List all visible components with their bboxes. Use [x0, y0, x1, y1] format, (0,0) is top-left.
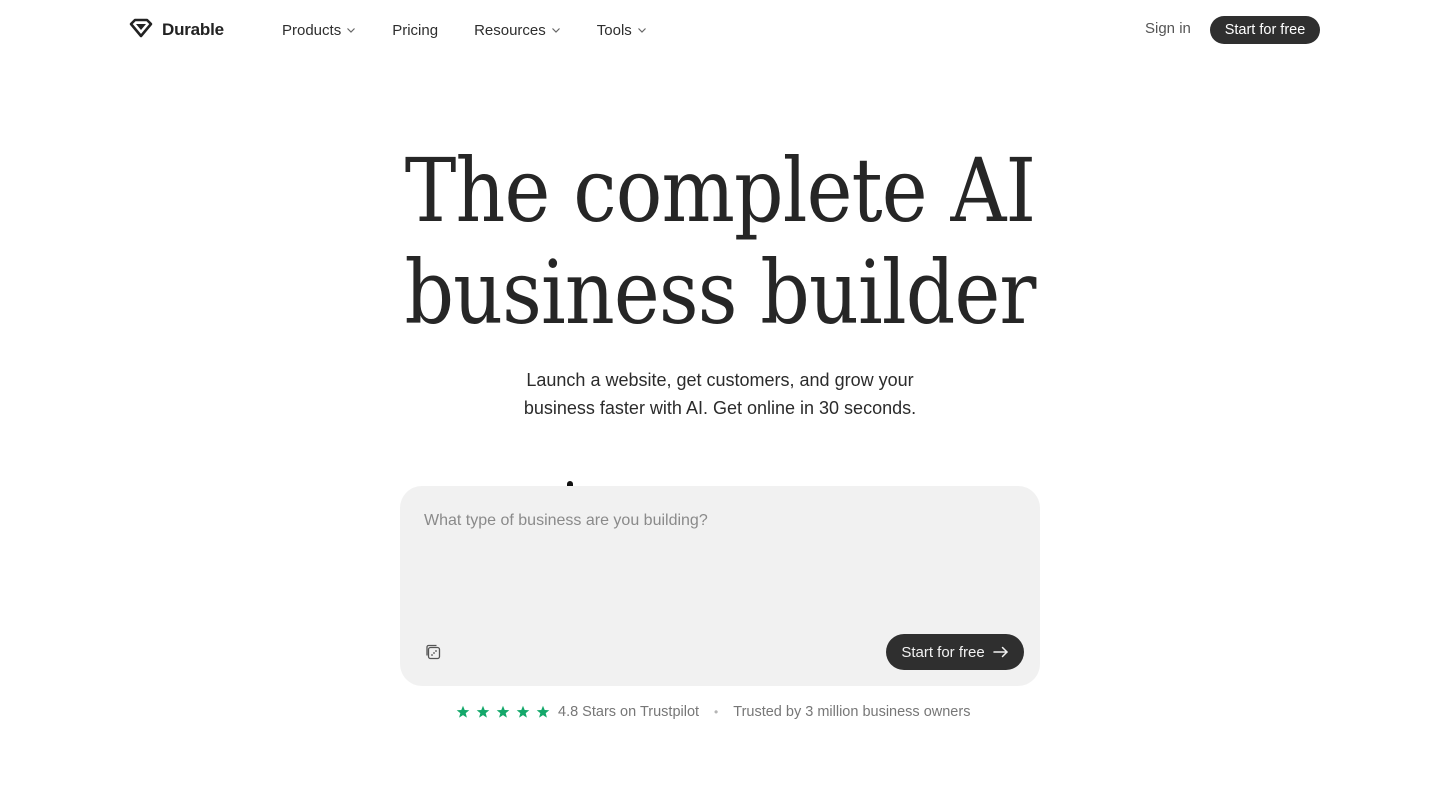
main-nav: Products Pricing Resources Tools — [282, 20, 647, 40]
hero-subtitle-line: Launch a website, get customers, and gro… — [526, 370, 914, 390]
trustpilot-rating: 4.8 Stars on Trustpilot — [558, 704, 700, 720]
nav-item-label: Products — [282, 21, 342, 39]
start-for-free-header-button[interactable]: Start for free — [1210, 16, 1320, 44]
trustpilot-stars — [456, 705, 550, 719]
hero-subtitle-line: business faster with AI. Get online in 3… — [523, 398, 917, 418]
brand-logo[interactable]: Durable — [128, 18, 224, 42]
dice-icon[interactable] — [424, 643, 442, 661]
star-icon — [496, 705, 510, 718]
top-navigation-bar: Durable Products Pricing Resources Tools… — [0, 0, 1440, 60]
business-prompt-card: Start for free — [400, 486, 1040, 686]
start-for-free-button[interactable]: Start for free — [886, 634, 1024, 670]
start-for-free-label: Start for free — [901, 643, 985, 661]
star-icon — [536, 705, 550, 718]
nav-item-products[interactable]: Products — [282, 22, 356, 39]
nav-item-label: Pricing — [392, 21, 439, 39]
nav-item-label: Tools — [596, 21, 632, 39]
hero-title: The complete AI business builder — [368, 140, 1072, 344]
hero-subtitle: Launch a website, get customers, and gro… — [490, 366, 950, 422]
chevron-down-icon — [637, 25, 647, 35]
business-type-input[interactable] — [424, 512, 1016, 612]
separator-dot: • — [714, 705, 719, 719]
star-icon — [476, 705, 490, 718]
chevron-down-icon — [551, 25, 561, 35]
arrow-right-icon — [992, 646, 1009, 658]
nav-item-tools[interactable]: Tools — [597, 22, 647, 39]
star-icon — [516, 705, 530, 718]
diamond-logo-icon — [128, 17, 154, 44]
hero-title-line: The complete AI — [404, 139, 1036, 242]
chevron-down-icon — [346, 25, 356, 35]
trusted-by-text: Trusted by 3 million business owners — [733, 704, 971, 720]
nav-item-label: Resources — [474, 21, 546, 39]
star-icon — [456, 705, 470, 718]
brand-name: Durable — [162, 20, 224, 39]
social-proof-row: 4.8 Stars on Trustpilot • Trusted by 3 m… — [456, 703, 970, 721]
sign-in-link[interactable]: Sign in — [1145, 20, 1191, 37]
hero-title-line: business builder — [404, 241, 1036, 344]
nav-item-pricing[interactable]: Pricing — [392, 22, 438, 39]
nav-item-resources[interactable]: Resources — [474, 22, 561, 39]
